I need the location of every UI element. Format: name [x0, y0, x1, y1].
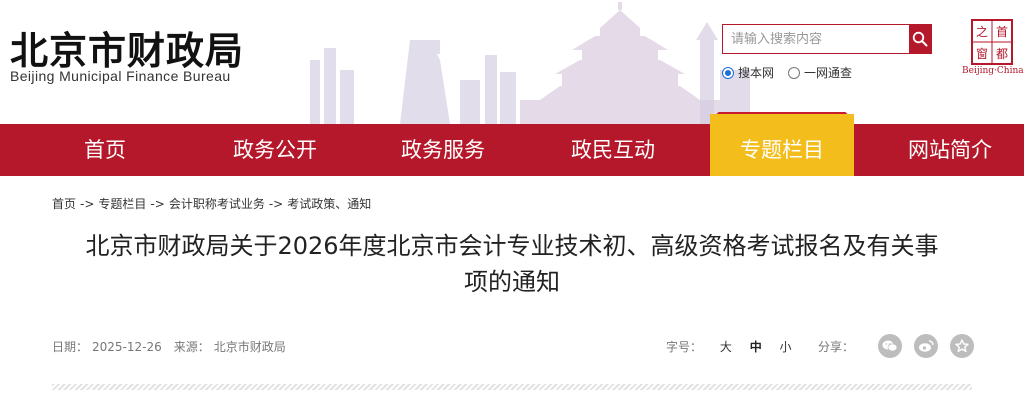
font-size-small-button[interactable]: 小 — [780, 340, 792, 354]
main-nav: 首页 政务公开 政务服务 政民互动 专题栏目 网站简介 — [0, 114, 1024, 176]
article-source: 北京市财政局 — [213, 340, 286, 354]
share-weibo-button[interactable] — [914, 334, 938, 358]
breadcrumb-separator: -> — [80, 197, 95, 211]
share-wechat-button[interactable] — [878, 334, 902, 358]
nav-item-interaction[interactable]: 政民互动 — [538, 124, 688, 176]
site-title: 北京市财政局 — [10, 29, 245, 73]
font-size-label: 字号： — [666, 340, 703, 354]
site-subtitle: Beijing Municipal Finance Bureau — [10, 68, 231, 84]
share-label: 分享： — [818, 340, 855, 354]
article-title: 北京市财政局关于2026年度北京市会计专业技术初、高级资格考试报名及有关事 项的… — [52, 228, 972, 300]
search-icon — [912, 31, 928, 47]
search-button[interactable] — [909, 25, 931, 53]
breadcrumb-home[interactable]: 首页 — [52, 197, 76, 211]
breadcrumb-accounting-exam[interactable]: 会计职称考试业务 — [169, 197, 265, 211]
article-title-line-1: 北京市财政局关于2026年度北京市会计专业技术初、高级资格考试报名及有关事 — [85, 232, 939, 260]
svg-text:之: 之 — [976, 25, 988, 39]
radio-search-all[interactable]: 一网通查 — [788, 64, 852, 81]
nav-item-home[interactable]: 首页 — [30, 124, 180, 176]
nav-item-about-site[interactable]: 网站简介 — [876, 124, 1024, 176]
breadcrumb-special-topics[interactable]: 专题栏目 — [98, 197, 146, 211]
publish-date: 2025-12-26 — [92, 340, 162, 354]
svg-text:都: 都 — [996, 47, 1008, 61]
site-header: 北京市财政局 Beijing Municipal Finance Bureau … — [0, 0, 1024, 124]
share-favorite-button[interactable] — [950, 334, 974, 358]
search-input[interactable] — [723, 25, 909, 53]
beijing-skyline-illustration — [310, 2, 750, 124]
breadcrumb-exam-policy[interactable]: 考试政策、通知 — [287, 197, 371, 211]
font-size-controls: 字号： 大 中 小 — [666, 338, 792, 355]
font-size-large-button[interactable]: 大 — [720, 340, 732, 354]
svg-text:首: 首 — [996, 25, 1008, 39]
wechat-icon — [882, 340, 898, 352]
svg-text:窗: 窗 — [976, 47, 988, 61]
seal-caption: Beijing·China — [962, 66, 1024, 76]
radio-unselected-icon — [788, 66, 801, 79]
search-scope-options: 搜本网 一网通查 — [722, 64, 866, 81]
radio-search-site[interactable]: 搜本网 — [722, 64, 774, 81]
breadcrumb: 首页 -> 专题栏目 -> 会计职称考试业务 -> 考试政策、通知 — [52, 195, 371, 212]
breadcrumb-separator: -> — [150, 197, 165, 211]
article-title-line-2: 项的通知 — [464, 268, 560, 296]
radio-label-search-site: 搜本网 — [738, 66, 775, 80]
content-divider — [52, 384, 972, 390]
nav-item-special-topics[interactable]: 专题栏目 — [710, 114, 854, 176]
font-size-medium-button[interactable]: 中 — [750, 340, 762, 354]
nav-item-government-services[interactable]: 政务服务 — [368, 124, 518, 176]
breadcrumb-separator: -> — [268, 197, 284, 211]
source-label: 来源： — [173, 340, 210, 354]
favorite-star-icon — [955, 339, 969, 353]
weibo-icon — [919, 340, 934, 352]
radio-label-search-all: 一网通查 — [804, 66, 853, 80]
date-label: 日期： — [52, 340, 89, 354]
radio-selected-icon — [722, 66, 734, 79]
nav-item-government-affairs[interactable]: 政务公开 — [200, 124, 350, 176]
search-box — [722, 24, 932, 54]
article-meta: 日期： 2025-12-26 来源： 北京市财政局 — [52, 338, 290, 355]
